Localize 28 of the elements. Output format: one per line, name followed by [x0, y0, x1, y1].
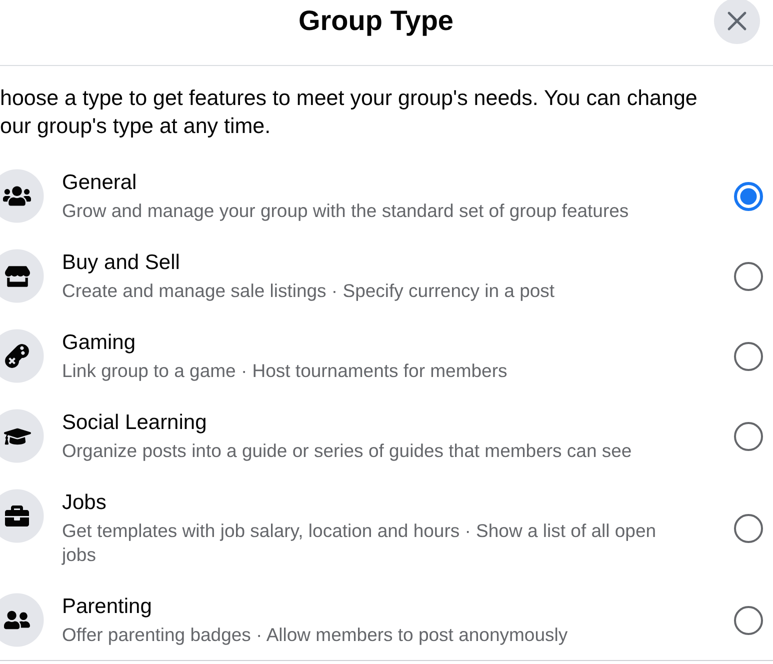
- people-icon: [0, 169, 44, 223]
- briefcase-icon: [0, 489, 44, 543]
- option-title: Jobs: [62, 490, 108, 516]
- radio-button[interactable]: [734, 182, 763, 210]
- dialog-description: hoose a type to get features to meet your group's needs. You can change our group's type at any time.: [0, 85, 698, 140]
- gamepad-icon: [0, 329, 44, 383]
- close-icon: [727, 11, 747, 31]
- graduation-cap-icon: [0, 409, 44, 463]
- option-title: Parenting: [62, 594, 153, 620]
- radio-button[interactable]: [734, 514, 763, 542]
- radio-button[interactable]: [734, 342, 763, 370]
- option-description: Create and manage sale listings · Specify currency in a post: [62, 279, 556, 303]
- option-description: Offer parenting badges · Allow members to post anonymously: [62, 623, 569, 647]
- dialog-title: Group Type: [298, 4, 454, 38]
- radio-button[interactable]: [734, 606, 763, 634]
- option-title: Social Learning: [62, 410, 208, 436]
- two-people-icon: [0, 593, 44, 647]
- store-icon: [0, 249, 44, 303]
- option-description: Get templates with job salary, location and hours · Show a list of all open jobs: [62, 519, 658, 567]
- radio-button[interactable]: [734, 422, 763, 450]
- option-title: Buy and Sell: [62, 250, 181, 276]
- close-button[interactable]: [714, 0, 760, 44]
- option-description: Grow and manage your group with the standard set of group features: [62, 199, 630, 223]
- option-title: General: [62, 170, 138, 196]
- option-title: Gaming: [62, 330, 137, 356]
- option-description: Organize posts into a guide or series of guides that members can see: [62, 439, 633, 463]
- option-description: Link group to a game · Host tournaments for members: [62, 359, 508, 383]
- radio-button[interactable]: [734, 262, 763, 290]
